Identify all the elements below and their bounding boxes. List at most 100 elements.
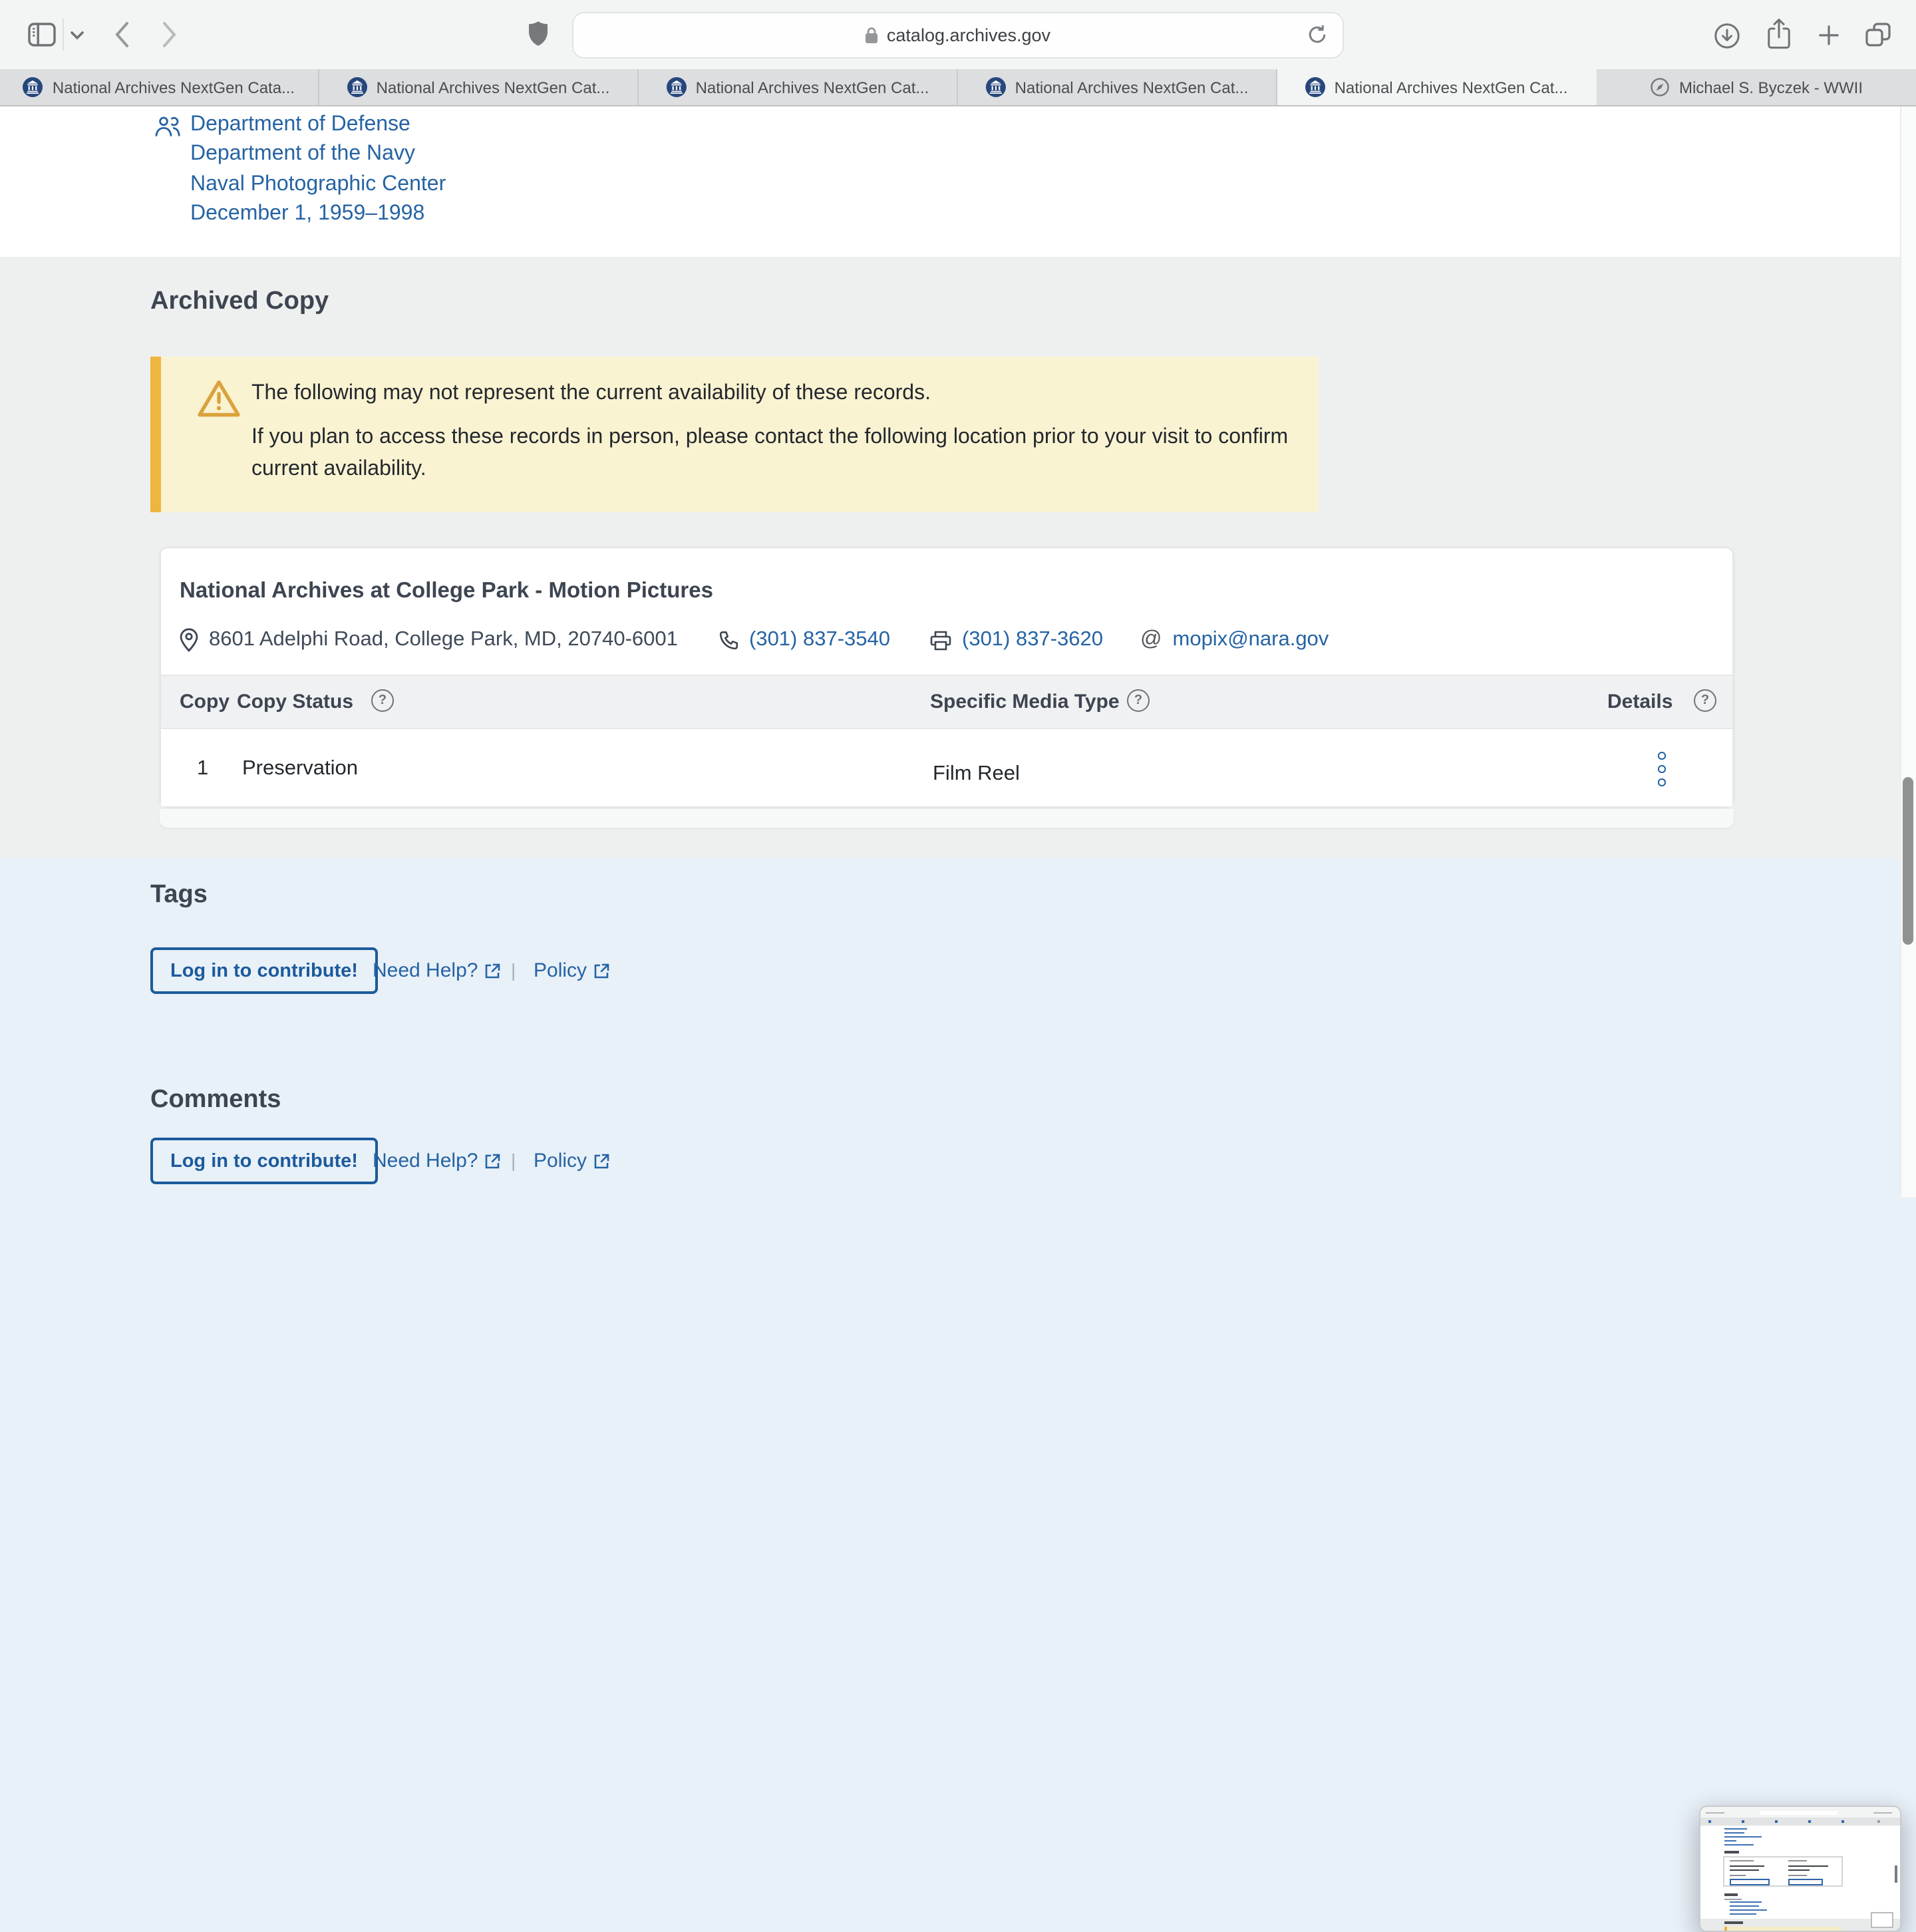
browser-tab-3[interactable]: National Archives NextGen Cat... <box>639 69 958 105</box>
share-icon <box>1768 19 1790 49</box>
forward-chevron-icon <box>163 22 176 47</box>
scrollbar-track <box>1900 106 1916 1198</box>
fax-link[interactable]: (301) 837-3620 <box>962 628 1103 652</box>
creator-link-navy[interactable]: Department of the Navy <box>190 140 446 170</box>
thumbnail-detail <box>1788 1879 1823 1885</box>
browser-tab-4[interactable]: National Archives NextGen Cat... <box>958 69 1277 105</box>
email-link[interactable]: mopix@nara.gov <box>1173 628 1329 652</box>
chevron-down-icon <box>71 31 84 40</box>
thumbnail-detail <box>1730 1865 1764 1867</box>
tab-title: Michael S. Byczek - WWII <box>1678 78 1863 96</box>
thumbnail-detail <box>1730 1860 1754 1862</box>
creator-section: Department of Defense Department of the … <box>0 106 1916 257</box>
archived-copy-heading: Archived Copy <box>150 287 329 315</box>
phone-link[interactable]: (301) 837-3540 <box>749 628 890 652</box>
thumbnail-detail <box>1724 1828 1747 1830</box>
tab-overview-icon <box>1865 23 1891 47</box>
back-button[interactable] <box>114 21 129 48</box>
screenshot-preview-thumbnail[interactable] <box>1699 1806 1901 1932</box>
safari-window: catalog.archives.gov National Archives N… <box>0 0 1916 1932</box>
thumbnail-detail <box>1730 1901 1762 1903</box>
thumbnail-detail <box>1730 1905 1759 1907</box>
thumbnail-detail <box>1873 1812 1892 1814</box>
comments-login-button[interactable]: Log in to contribute! <box>150 1138 378 1184</box>
creator-link-naval-photo-center[interactable]: Naval Photographic Center <box>190 170 446 200</box>
cell-copy-status: Preservation <box>242 757 359 780</box>
page-content: Department of Defense Department of the … <box>0 106 1916 1932</box>
copy-status-help-icon[interactable]: ? <box>371 689 394 712</box>
browser-toolbar: catalog.archives.gov <box>0 0 1916 69</box>
forward-button[interactable] <box>162 21 177 48</box>
scrollbar-thumb[interactable] <box>1903 777 1913 945</box>
thumbnail-detail <box>1730 1875 1746 1877</box>
browser-tab-2[interactable]: National Archives NextGen Cat... <box>319 69 639 105</box>
tab-title: National Archives NextGen Cat... <box>376 78 610 96</box>
at-sign-icon: @ <box>1140 628 1162 651</box>
archives-favicon <box>347 77 367 97</box>
policy-label: Policy <box>534 1150 587 1172</box>
thumbnail-detail <box>1895 1865 1897 1883</box>
location-fax: (301) 837-3620 <box>930 628 1103 652</box>
row-details-menu-button[interactable] <box>1646 752 1678 786</box>
archives-favicon <box>666 77 687 97</box>
browser-tab-5-active[interactable]: National Archives NextGen Cat... <box>1277 69 1597 105</box>
external-link-icon <box>486 1153 500 1168</box>
column-media-type: Specific Media Type <box>930 691 1120 713</box>
tags-policy-link[interactable]: Policy <box>534 959 609 982</box>
need-help-label: Need Help? <box>373 1150 478 1172</box>
thumbnail-detail <box>1724 1893 1738 1896</box>
location-pin-icon <box>180 628 198 652</box>
location-name: National Archives at College Park - Moti… <box>180 579 713 603</box>
organization-people-icon <box>154 116 181 137</box>
thumbnail-detail <box>1724 1851 1739 1853</box>
column-details: Details <box>1607 691 1673 713</box>
share-button[interactable] <box>1767 19 1791 49</box>
privacy-shield-button[interactable] <box>528 21 548 47</box>
address-bar[interactable]: catalog.archives.gov <box>572 12 1344 59</box>
warning-triangle-icon <box>197 379 241 418</box>
tab-title: National Archives NextGen Cat... <box>1334 78 1568 96</box>
thumbnail-detail <box>1808 1820 1811 1823</box>
comments-heading: Comments <box>150 1086 281 1114</box>
thumbnail-detail <box>1730 1879 1770 1885</box>
card-footer-strip <box>160 809 1734 828</box>
warning-text-line1: The following may not represent the curr… <box>251 382 931 404</box>
thumbnail-detail <box>1724 1927 1841 1930</box>
archived-copy-section: Archived Copy The following may not repr… <box>0 257 1916 858</box>
external-link-icon <box>594 963 609 978</box>
thumbnail-detail <box>1775 1820 1778 1823</box>
tags-comments-section: Tags Log in to contribute! Need Help? | … <box>0 858 1916 1932</box>
thumbnail-detail <box>1730 1869 1759 1871</box>
media-type-help-icon[interactable]: ? <box>1127 689 1150 712</box>
tags-login-button[interactable]: Log in to contribute! <box>150 947 378 994</box>
address-text: 8601 Adelphi Road, College Park, MD, 207… <box>209 628 678 651</box>
browser-tab-1[interactable]: National Archives NextGen Cata... <box>0 69 319 105</box>
comments-policy-link[interactable]: Policy <box>534 1150 609 1172</box>
creator-link-dod[interactable]: Department of Defense <box>190 110 446 140</box>
link-divider: | <box>511 1150 516 1171</box>
thumbnail-detail <box>1730 1913 1756 1915</box>
thumbnail-detail <box>1706 1812 1724 1814</box>
new-tab-button[interactable] <box>1819 25 1839 45</box>
creator-link-dates[interactable]: December 1, 1959–1998 <box>190 200 446 230</box>
thumbnail-detail <box>1788 1875 1807 1877</box>
sidebar-menu-chevron[interactable] <box>71 31 84 40</box>
reload-button[interactable] <box>1307 24 1328 45</box>
tags-need-help-link[interactable]: Need Help? <box>373 959 500 982</box>
policy-label: Policy <box>534 959 587 982</box>
column-copy: Copy <box>180 691 230 713</box>
need-help-label: Need Help? <box>373 959 478 982</box>
sidebar-icon <box>28 23 56 47</box>
location-card: National Archives at College Park - Moti… <box>160 547 1734 806</box>
downloads-button[interactable] <box>1714 23 1740 49</box>
thumbnail-detail <box>1760 1810 1837 1815</box>
thumbnail-detail <box>1788 1865 1828 1867</box>
archives-favicon <box>1305 77 1325 97</box>
tab-overview-button[interactable] <box>1865 23 1891 47</box>
sidebar-toggle-button[interactable] <box>28 23 56 47</box>
details-help-icon[interactable]: ? <box>1694 689 1716 712</box>
thumbnail-detail <box>1700 1818 1900 1825</box>
thumbnail-detail <box>1730 1909 1767 1911</box>
browser-tab-6[interactable]: Michael S. Byczek - WWII <box>1597 69 1916 105</box>
comments-need-help-link[interactable]: Need Help? <box>373 1150 500 1172</box>
